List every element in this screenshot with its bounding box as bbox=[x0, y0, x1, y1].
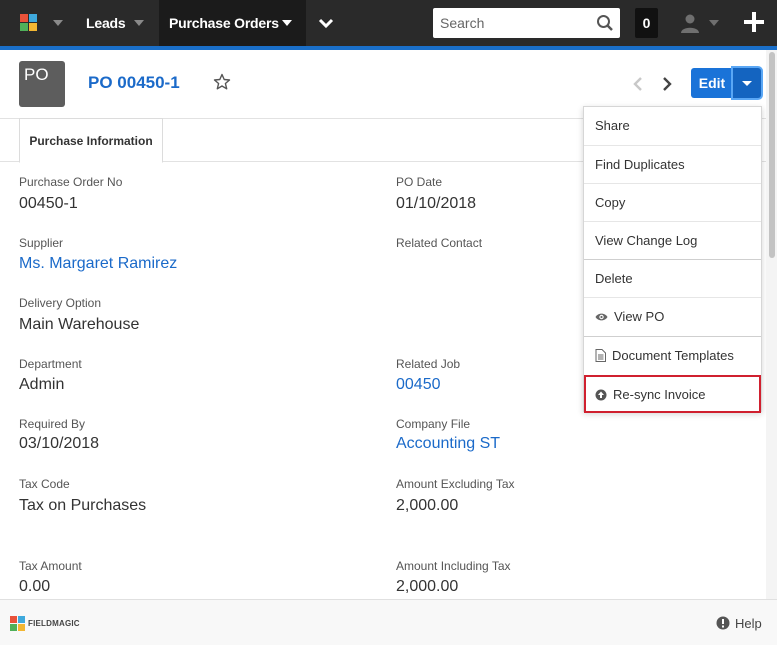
supplier-link[interactable]: Ms. Margaret Ramirez bbox=[19, 255, 177, 273]
field-label-po-date: PO Date bbox=[396, 175, 443, 189]
next-record-button[interactable] bbox=[659, 74, 675, 94]
nav-tab-purchase-orders[interactable]: Purchase Orders bbox=[159, 0, 306, 46]
menu-item-label: View Change Log bbox=[595, 233, 698, 248]
eye-icon bbox=[595, 313, 608, 320]
menu-item-label: Delete bbox=[595, 271, 633, 286]
chevron-left-icon bbox=[633, 77, 642, 91]
actions-dropdown-toggle[interactable] bbox=[733, 68, 761, 98]
actions-dropdown-menu: Share Find Duplicates Copy View Change L… bbox=[583, 106, 762, 413]
field-label-amount-excluding-tax: Amount Excluding Tax bbox=[396, 477, 515, 491]
field-label-required-by: Required By bbox=[19, 417, 86, 431]
menu-item-label: Share bbox=[595, 118, 630, 133]
field-label-tax-amount: Tax Amount bbox=[19, 559, 82, 573]
menu-item-share[interactable]: Share bbox=[584, 107, 761, 145]
page-scrollbar-thumb[interactable] bbox=[769, 52, 775, 258]
search-box bbox=[433, 8, 620, 38]
menu-item-label: Copy bbox=[595, 195, 626, 210]
field-label-purchase-order-no: Purchase Order No bbox=[19, 175, 123, 189]
chevron-down-icon bbox=[709, 20, 719, 26]
help-button[interactable]: Help bbox=[716, 615, 766, 633]
star-outline-icon[interactable] bbox=[213, 73, 231, 91]
field-label-delivery-option: Delivery Option bbox=[19, 296, 102, 310]
field-value-delivery-option: Main Warehouse bbox=[19, 316, 140, 333]
upload-circle-icon bbox=[595, 389, 607, 401]
search-icon[interactable] bbox=[596, 14, 614, 32]
field-value-tax-amount: 0.00 bbox=[19, 578, 51, 595]
add-record-button[interactable] bbox=[740, 8, 768, 36]
top-navbar: Leads Purchase Orders 0 bbox=[0, 0, 777, 46]
field-value-amount-including-tax: 2,000.00 bbox=[396, 578, 459, 595]
field-label-company-file: Company File bbox=[396, 417, 471, 431]
company-file-link[interactable]: Accounting ST bbox=[396, 435, 500, 453]
plus-icon bbox=[744, 12, 764, 32]
nav-tab-label: Leads bbox=[86, 15, 126, 31]
field-value-tax-code: Tax on Purchases bbox=[19, 497, 147, 514]
menu-item-re-sync-invoice[interactable]: Re-sync Invoice bbox=[584, 375, 761, 413]
menu-item-delete[interactable]: Delete bbox=[584, 259, 761, 297]
menu-item-label: View PO bbox=[614, 309, 665, 324]
nav-accent-line bbox=[0, 46, 777, 50]
page-footer: FIELDMAGIC Help bbox=[0, 599, 777, 645]
nav-tab-label: Purchase Orders bbox=[169, 15, 279, 31]
more-tabs-button[interactable] bbox=[306, 0, 346, 46]
menu-item-copy[interactable]: Copy bbox=[584, 183, 761, 221]
footer-logo-text: FIELDMAGIC bbox=[28, 619, 80, 628]
help-icon bbox=[716, 616, 730, 630]
field-label-tax-code: Tax Code bbox=[19, 477, 70, 491]
chevron-down-icon bbox=[53, 20, 63, 26]
user-icon bbox=[681, 14, 699, 33]
field-value-amount-excluding-tax: 2,000.00 bbox=[396, 497, 459, 514]
chevron-down-icon[interactable] bbox=[282, 20, 292, 26]
user-menu-button[interactable] bbox=[676, 10, 726, 36]
caret-down-icon bbox=[742, 81, 752, 86]
menu-item-document-templates[interactable]: Document Templates bbox=[584, 336, 761, 374]
menu-item-find-duplicates[interactable]: Find Duplicates bbox=[584, 145, 761, 183]
search-input[interactable] bbox=[433, 8, 593, 38]
app-logo-icon bbox=[20, 14, 38, 32]
field-label-supplier: Supplier bbox=[19, 236, 64, 250]
document-icon bbox=[595, 349, 606, 363]
footer-logo[interactable]: FIELDMAGIC bbox=[10, 615, 80, 633]
field-value-po-date: 01/10/2018 bbox=[396, 195, 477, 212]
edit-button[interactable]: Edit bbox=[691, 68, 733, 98]
menu-item-view-change-log[interactable]: View Change Log bbox=[584, 221, 761, 259]
field-label-related-job: Related Job bbox=[396, 357, 461, 371]
chevron-down-icon[interactable] bbox=[134, 20, 144, 26]
menu-item-label: Re-sync Invoice bbox=[613, 387, 706, 402]
menu-item-view-po[interactable]: View PO bbox=[584, 297, 761, 335]
app-menu-button[interactable] bbox=[0, 0, 72, 46]
tab-purchase-information[interactable]: Purchase Information bbox=[19, 118, 163, 163]
nav-tab-leads[interactable]: Leads bbox=[72, 0, 158, 46]
help-label: Help bbox=[735, 616, 762, 631]
field-label-related-contact: Related Contact bbox=[396, 236, 483, 250]
menu-item-label: Find Duplicates bbox=[595, 157, 685, 172]
chevron-right-icon bbox=[663, 77, 672, 91]
field-value-required-by: 03/10/2018 bbox=[19, 435, 100, 452]
related-job-link[interactable]: 00450 bbox=[396, 376, 441, 394]
record-avatar: PO bbox=[19, 61, 65, 107]
chevron-down-icon bbox=[318, 18, 334, 29]
previous-record-button[interactable] bbox=[630, 74, 646, 94]
menu-item-label: Document Templates bbox=[612, 348, 734, 363]
field-value-department: Admin bbox=[19, 376, 65, 393]
app-logo-icon bbox=[10, 616, 25, 631]
field-label-amount-including-tax: Amount Including Tax bbox=[396, 559, 511, 573]
record-title: PO 00450-1 bbox=[88, 73, 180, 92]
field-value-purchase-order-no: 00450-1 bbox=[19, 195, 78, 212]
notification-count-badge[interactable]: 0 bbox=[635, 8, 658, 38]
field-label-department: Department bbox=[19, 357, 82, 371]
